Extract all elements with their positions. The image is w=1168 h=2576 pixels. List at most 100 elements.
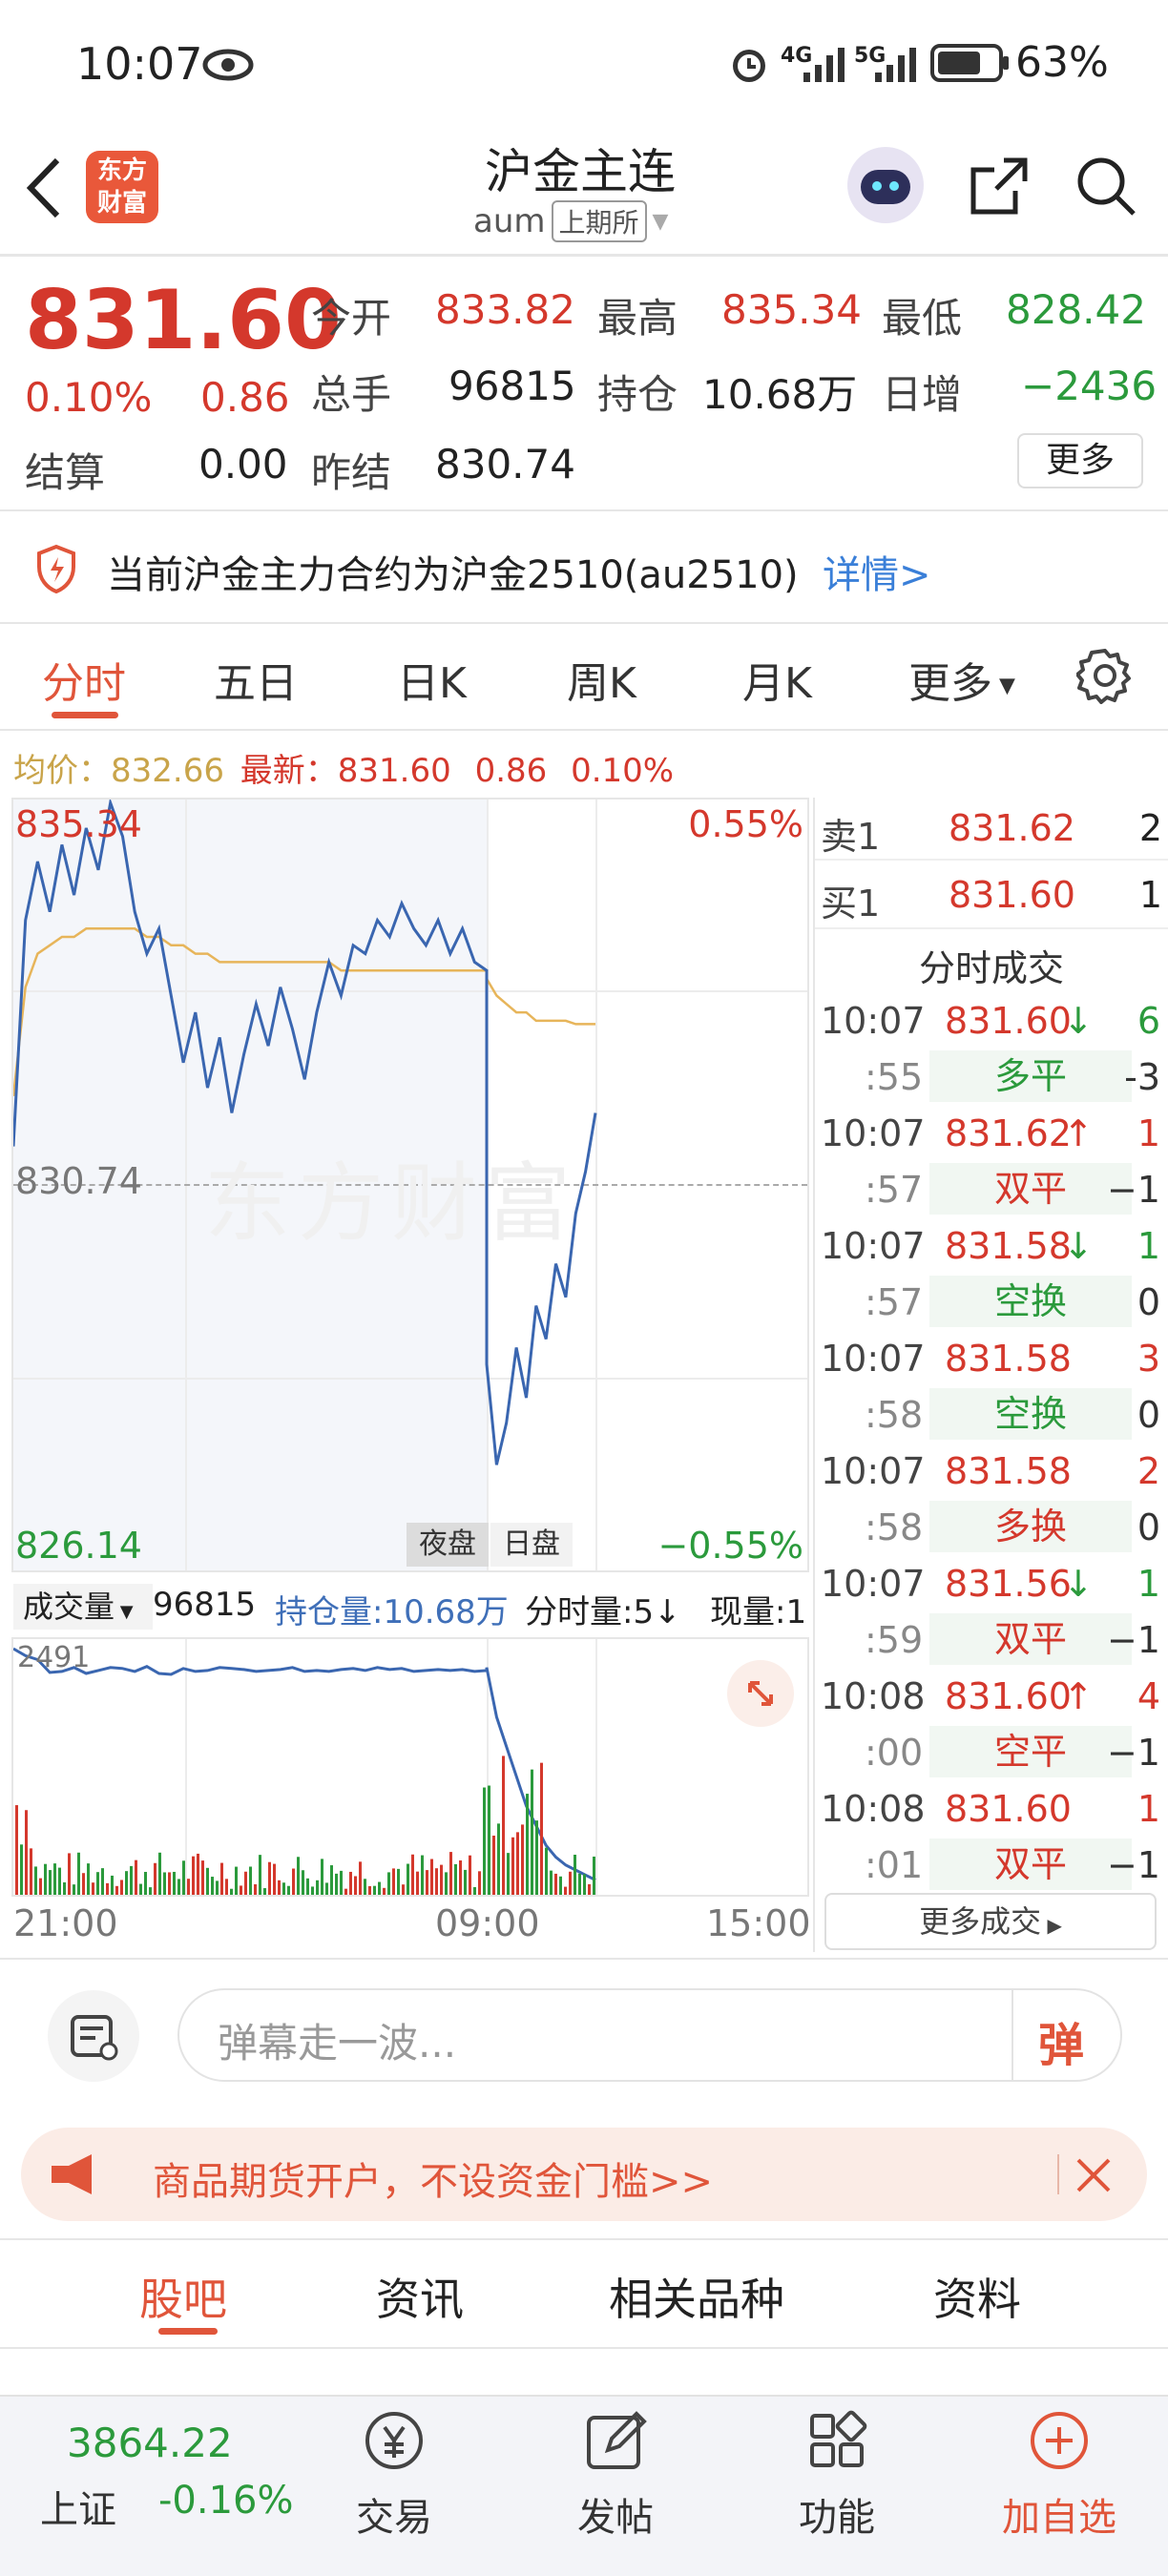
volume-bar (531, 1769, 533, 1895)
volume-bar (87, 1863, 90, 1895)
trade-seconds: :55 (865, 1056, 924, 1098)
tab-five-day[interactable]: 五日 (214, 649, 298, 710)
avg-value: 832.66 (111, 752, 224, 790)
trade-price: 831.58 (945, 1450, 1072, 1492)
add-circle-icon (1031, 2412, 1088, 2469)
danmu-input[interactable]: 弹幕走一波... 弹 (177, 1988, 1122, 2082)
day-session-label[interactable]: 日盘 (490, 1523, 573, 1567)
tick-volume-label[interactable]: 分时量:5↓ (525, 1586, 681, 1632)
volume-bar (130, 1865, 133, 1895)
trade-qty: 1 (1137, 1112, 1160, 1154)
index-pct: -0.16% (158, 2479, 294, 2523)
trade-type-badge: 空换 (929, 1276, 1132, 1327)
tab-monthly-k[interactable]: 月K (742, 649, 812, 710)
volume-bar (564, 1886, 567, 1895)
nav-trade[interactable]: 交易 (342, 2404, 447, 2542)
ad-banner[interactable]: 商品期货开户，不设资金门槛>> (21, 2128, 1147, 2221)
volume-bar (216, 1880, 219, 1895)
search-icon[interactable] (1073, 153, 1139, 219)
volume-bar (282, 1882, 285, 1895)
volume-value: 96815 (448, 363, 576, 409)
nav-post-label: 发帖 (577, 2496, 654, 2540)
tab-news[interactable]: 资讯 (376, 2265, 464, 2328)
volume-selector[interactable]: 成交量 ▼ (13, 1584, 153, 1630)
alarm-icon (733, 50, 765, 82)
volume-max-label: 2491 (17, 1641, 91, 1674)
trade-time: 10:07 (821, 1112, 926, 1154)
avg-price-line (13, 927, 595, 1097)
tab-related[interactable]: 相关品种 (609, 2265, 784, 2328)
volume-bar (25, 1810, 28, 1895)
tab-profile[interactable]: 资料 (933, 2265, 1021, 2328)
volume-bar (368, 1885, 371, 1895)
notice-detail-link[interactable]: 详情> (823, 544, 931, 599)
volume-bar (354, 1876, 357, 1895)
volume-bar (521, 1824, 524, 1895)
trade-seconds: :57 (865, 1281, 924, 1323)
nav-add-watchlist[interactable]: 加自选 (992, 2404, 1126, 2542)
more-trades-button[interactable]: 更多成交 ▶ (824, 1893, 1157, 1950)
trade-price: 831.62 (945, 1112, 1072, 1154)
tab-daily-k[interactable]: 日K (397, 649, 467, 710)
volume-bar (144, 1871, 147, 1895)
nav-post[interactable]: 发帖 (563, 2404, 668, 2542)
trade-seconds: :00 (865, 1732, 924, 1774)
pct-max-label: 0.55% (688, 803, 803, 845)
volume-svg (13, 1647, 596, 1895)
nav-trade-label: 交易 (356, 2496, 432, 2540)
index-widget[interactable]: 3864.22 上证 -0.16% (29, 2420, 305, 2544)
close-icon[interactable] (1073, 2154, 1115, 2196)
trade-yen-icon (365, 2412, 423, 2469)
avg-change: 0.86 (474, 752, 548, 790)
nav-functions[interactable]: 功能 (784, 2404, 889, 2542)
danmu-settings-icon (71, 2015, 118, 2061)
trade-time: 10:07 (821, 1338, 926, 1380)
volume-bar (364, 1879, 366, 1895)
danmu-send-button[interactable]: 弹 (1038, 2007, 1084, 2074)
volume-bar (574, 1854, 576, 1895)
night-session-label[interactable]: 夜盘 (407, 1523, 489, 1567)
price-chart[interactable]: 东方财富 835.34 830.74 826.14 0.55% −0.55% 夜… (11, 798, 809, 1572)
contract-code-row[interactable]: aum 上期所 ▼ (473, 200, 668, 242)
volume-label: 总手 (311, 371, 392, 418)
trade-seconds: :57 (865, 1169, 924, 1211)
high-value: 835.34 (721, 286, 862, 333)
trade-delta: 0 (1137, 1281, 1160, 1323)
megaphone-icon (52, 2154, 92, 2194)
tab-more[interactable]: 更多 ▼ (908, 649, 1015, 710)
danmu-settings-button[interactable] (48, 1990, 139, 2082)
volume-bar (430, 1859, 433, 1895)
volume-bar (115, 1885, 118, 1895)
grid-icon (810, 2410, 867, 2467)
tab-forum[interactable]: 股吧 (139, 2265, 227, 2328)
low-label: 最低 (882, 295, 963, 342)
settings-icon[interactable] (1076, 647, 1134, 704)
more-button[interactable]: 更多 (1017, 433, 1143, 488)
index-name: 上证 (40, 2488, 116, 2532)
robot-avatar-icon[interactable] (847, 147, 924, 223)
trade-price: 831.58 (945, 1338, 1072, 1380)
open-label: 今开 (311, 295, 392, 342)
y-max-label: 835.34 (15, 803, 142, 845)
high-label: 最高 (597, 295, 678, 342)
volume-bar (201, 1860, 204, 1895)
volume-bar (240, 1885, 242, 1895)
open-value: 833.82 (435, 286, 575, 333)
volume-bar (426, 1870, 428, 1895)
share-icon[interactable] (966, 153, 1032, 219)
bid-label: 买1 (821, 883, 881, 924)
back-icon[interactable] (23, 155, 65, 221)
trade-row: 10:07 831.56 ↓ 1 (821, 1555, 1168, 1611)
eye-icon (202, 49, 254, 81)
trade-seconds: :58 (865, 1506, 924, 1548)
trade-sub-row: :59 双平 −1 (821, 1611, 1168, 1668)
volume-bar (492, 1835, 495, 1895)
expand-icon[interactable] (727, 1660, 794, 1727)
trade-arrow-icon: ↓ (1063, 1225, 1094, 1267)
divider (0, 2347, 1168, 2349)
volume-bar (459, 1859, 462, 1895)
trade-type-badge: 双平 (929, 1839, 1132, 1890)
volume-chart[interactable]: 2491 (11, 1637, 809, 1897)
tab-intraday[interactable]: 分时 (42, 649, 126, 710)
tab-weekly-k[interactable]: 周K (567, 649, 636, 710)
